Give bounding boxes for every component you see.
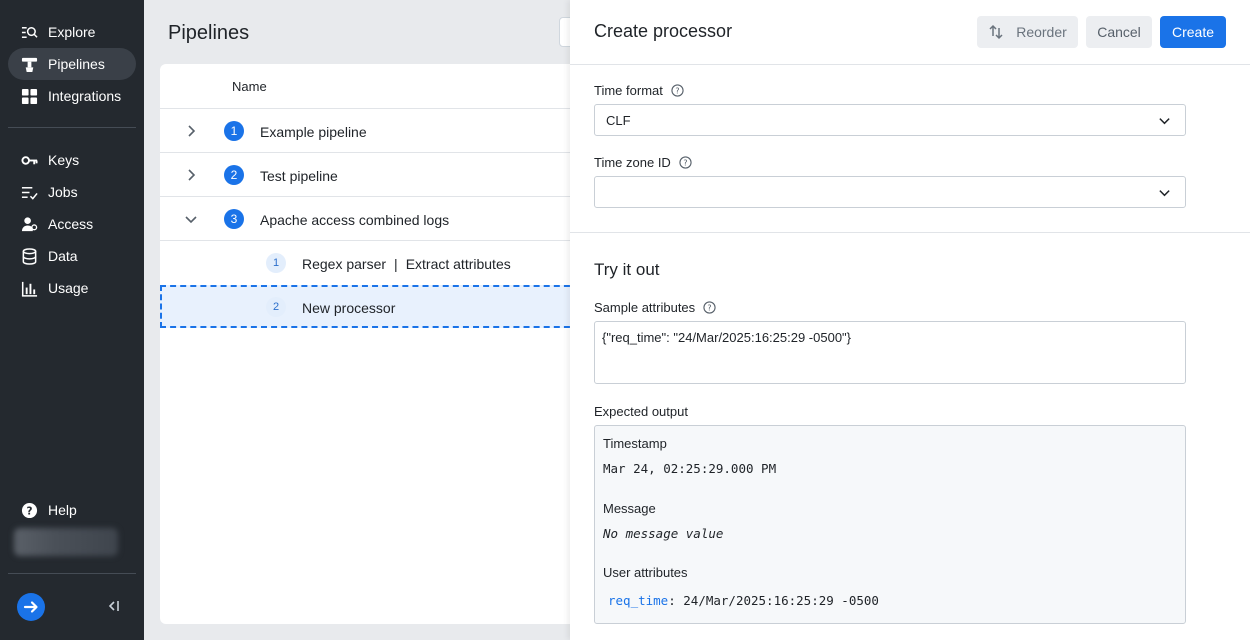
help-circle-icon[interactable]: ? <box>671 84 684 97</box>
sidebar-item-label: Integrations <box>48 88 122 104</box>
timestamp-value: Mar 24, 02:25:29.000 PM <box>603 461 777 476</box>
help-circle-icon[interactable]: ? <box>703 301 716 314</box>
sidebar-item-jobs[interactable]: Jobs <box>8 176 136 208</box>
pipeline-name[interactable]: Test pipeline <box>260 168 338 184</box>
sidebar-item-label: Explore <box>48 24 96 40</box>
create-button[interactable]: Create <box>1160 16 1226 48</box>
chevron-right-icon[interactable] <box>184 168 198 182</box>
processor-type: Regex parser <box>302 256 387 272</box>
time-format-select[interactable]: CLF <box>594 104 1186 136</box>
sidebar-item-label: Keys <box>48 152 80 168</box>
sidebar-divider <box>8 127 136 128</box>
help-icon: ? <box>20 501 38 519</box>
time-zone-label: Time zone ID ? <box>594 155 692 170</box>
usage-chart-icon <box>20 279 38 297</box>
try-it-out-title: Try it out <box>594 260 660 279</box>
pipelines-icon <box>20 55 38 73</box>
reorder-button[interactable]: Reorder <box>977 16 1078 48</box>
help-circle-icon[interactable]: ? <box>679 156 692 169</box>
svg-text:?: ? <box>683 158 687 167</box>
processor-number-badge: 2 <box>266 297 286 317</box>
sidebar-item-label: Help <box>48 502 77 518</box>
attribute-value: : 24/Mar/2025:16:25:29 -0500 <box>668 593 879 608</box>
database-icon <box>20 247 38 265</box>
sidebar-item-label: Access <box>48 216 94 232</box>
section-divider <box>570 232 1250 233</box>
chevron-down-icon <box>1159 118 1170 125</box>
pipeline-name[interactable]: Apache access combined logs <box>260 212 449 228</box>
time-format-value: CLF <box>606 112 631 128</box>
pipeline-name[interactable]: Example pipeline <box>260 124 367 140</box>
access-icon <box>20 215 38 233</box>
svg-text:?: ? <box>708 303 712 312</box>
collapse-sidebar-icon[interactable] <box>105 597 123 615</box>
sidebar-item-keys[interactable]: Keys <box>8 144 136 176</box>
sidebar-item-usage[interactable]: Usage <box>8 272 136 304</box>
panel-title: Create processor <box>594 21 733 41</box>
reorder-label: Reorder <box>1016 24 1067 40</box>
sidebar-item-help[interactable]: ? Help <box>8 494 136 526</box>
message-label: Message <box>603 501 656 516</box>
sidebar: Explore Pipelines Integrations Keys Jobs… <box>0 0 144 640</box>
sidebar-item-label: Pipelines <box>48 56 105 72</box>
svg-text:?: ? <box>26 505 32 517</box>
user-attribute-row: req_time: 24/Mar/2025:16:25:29 -0500 <box>608 593 879 608</box>
message-value: No message value <box>603 526 724 541</box>
processor-name[interactable]: New processor <box>302 300 395 316</box>
pipeline-number-badge: 2 <box>224 165 244 185</box>
sample-attributes-label: Sample attributes ? <box>594 300 716 315</box>
pipeline-number-badge: 3 <box>224 209 244 229</box>
sample-attributes-input[interactable]: {"req_time": "24/Mar/2025:16:25:29 -0500… <box>594 321 1186 384</box>
integrations-icon <box>20 87 38 105</box>
attribute-key: req_time <box>608 593 669 608</box>
app-logo-icon[interactable] <box>17 593 45 621</box>
panel-header: Create processor Reorder Cancel Create <box>570 0 1250 65</box>
chevron-down-icon <box>1159 190 1170 197</box>
explore-icon <box>20 23 38 41</box>
chevron-down-icon[interactable] <box>184 212 198 226</box>
table-row[interactable] <box>160 109 580 153</box>
time-zone-select[interactable] <box>594 176 1186 208</box>
table-row[interactable] <box>160 153 580 197</box>
sidebar-item-label: Data <box>48 248 78 264</box>
pipeline-number-badge: 1 <box>224 121 244 141</box>
sidebar-item-data[interactable]: Data <box>8 240 136 272</box>
time-format-label-text: Time format <box>594 83 663 98</box>
sidebar-item-label: Jobs <box>48 184 78 200</box>
svg-text:?: ? <box>675 86 679 95</box>
expected-output-label: Expected output <box>594 404 688 419</box>
key-icon <box>20 151 38 169</box>
sidebar-divider <box>8 573 136 574</box>
processor-number-badge: 1 <box>266 253 286 273</box>
expected-output-box: Timestamp Mar 24, 02:25:29.000 PM Messag… <box>594 425 1186 624</box>
jobs-icon <box>20 183 38 201</box>
sample-attributes-label-text: Sample attributes <box>594 300 696 315</box>
processor-name[interactable]: Regex parser | Extract attributes <box>302 256 511 272</box>
chevron-right-icon[interactable] <box>184 124 198 138</box>
time-format-label: Time format ? <box>594 83 684 98</box>
page-title: Pipelines <box>168 22 250 44</box>
column-header-name: Name <box>232 79 267 94</box>
user-attributes-label: User attributes <box>603 565 688 580</box>
timestamp-label: Timestamp <box>603 436 667 451</box>
processor-detail: Extract attributes <box>405 256 511 272</box>
sidebar-item-explore[interactable]: Explore <box>8 16 136 48</box>
reorder-icon <box>989 24 1003 40</box>
time-zone-label-text: Time zone ID <box>594 155 671 170</box>
cancel-button[interactable]: Cancel <box>1086 16 1152 48</box>
processor-separator: | <box>394 256 398 272</box>
user-account-blurred[interactable] <box>14 528 118 556</box>
sidebar-item-access[interactable]: Access <box>8 208 136 240</box>
scroll-clip: Time format ? <box>570 66 1250 106</box>
sidebar-item-pipelines[interactable]: Pipelines <box>8 48 136 80</box>
sidebar-item-integrations[interactable]: Integrations <box>8 80 136 112</box>
create-processor-panel: Create processor Reorder Cancel Create T… <box>570 0 1250 640</box>
sidebar-item-label: Usage <box>48 280 89 296</box>
